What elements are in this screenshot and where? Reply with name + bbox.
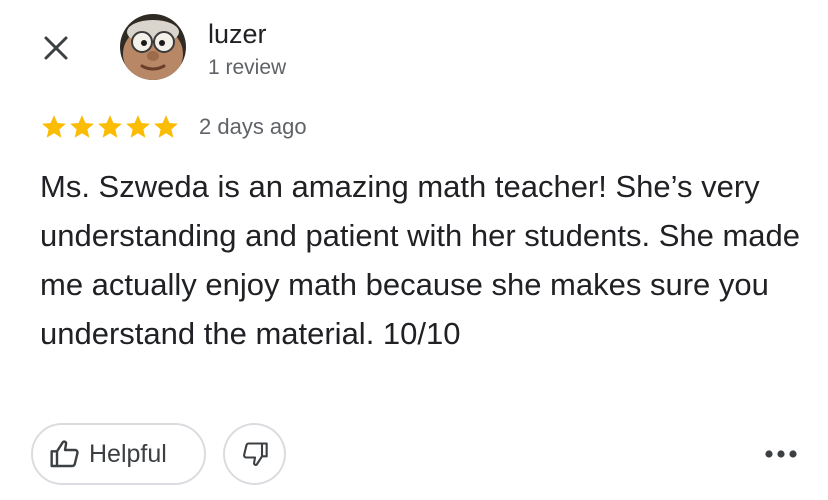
reviewer-review-count: 1 review: [208, 56, 287, 79]
thumbs-up-icon: [50, 440, 79, 468]
thumbs-down-icon: [242, 442, 268, 466]
review-text: Ms. Szweda is an amazing math teacher! S…: [40, 169, 801, 351]
rating-row: 2 days ago: [40, 113, 307, 141]
not-helpful-button[interactable]: [223, 423, 286, 485]
reviewer-info: luzer 1 review: [208, 18, 286, 82]
more-horizontal-icon: [765, 450, 797, 458]
avatar[interactable]: [120, 14, 186, 80]
star-rating: [40, 113, 180, 141]
more-options-button[interactable]: [756, 436, 806, 472]
close-button[interactable]: [36, 28, 76, 68]
helpful-label: Helpful: [89, 439, 167, 468]
star-icon: [126, 115, 150, 138]
star-icon: [42, 115, 66, 138]
star-icon: [154, 115, 178, 138]
close-icon: [44, 36, 68, 60]
star-icon: [98, 115, 122, 138]
reviewer-avatar-image: [120, 14, 186, 80]
helpful-button[interactable]: Helpful: [31, 423, 206, 485]
star-icon: [70, 115, 94, 138]
reviewer-name[interactable]: luzer: [208, 18, 286, 50]
review-date: 2 days ago: [199, 114, 307, 139]
